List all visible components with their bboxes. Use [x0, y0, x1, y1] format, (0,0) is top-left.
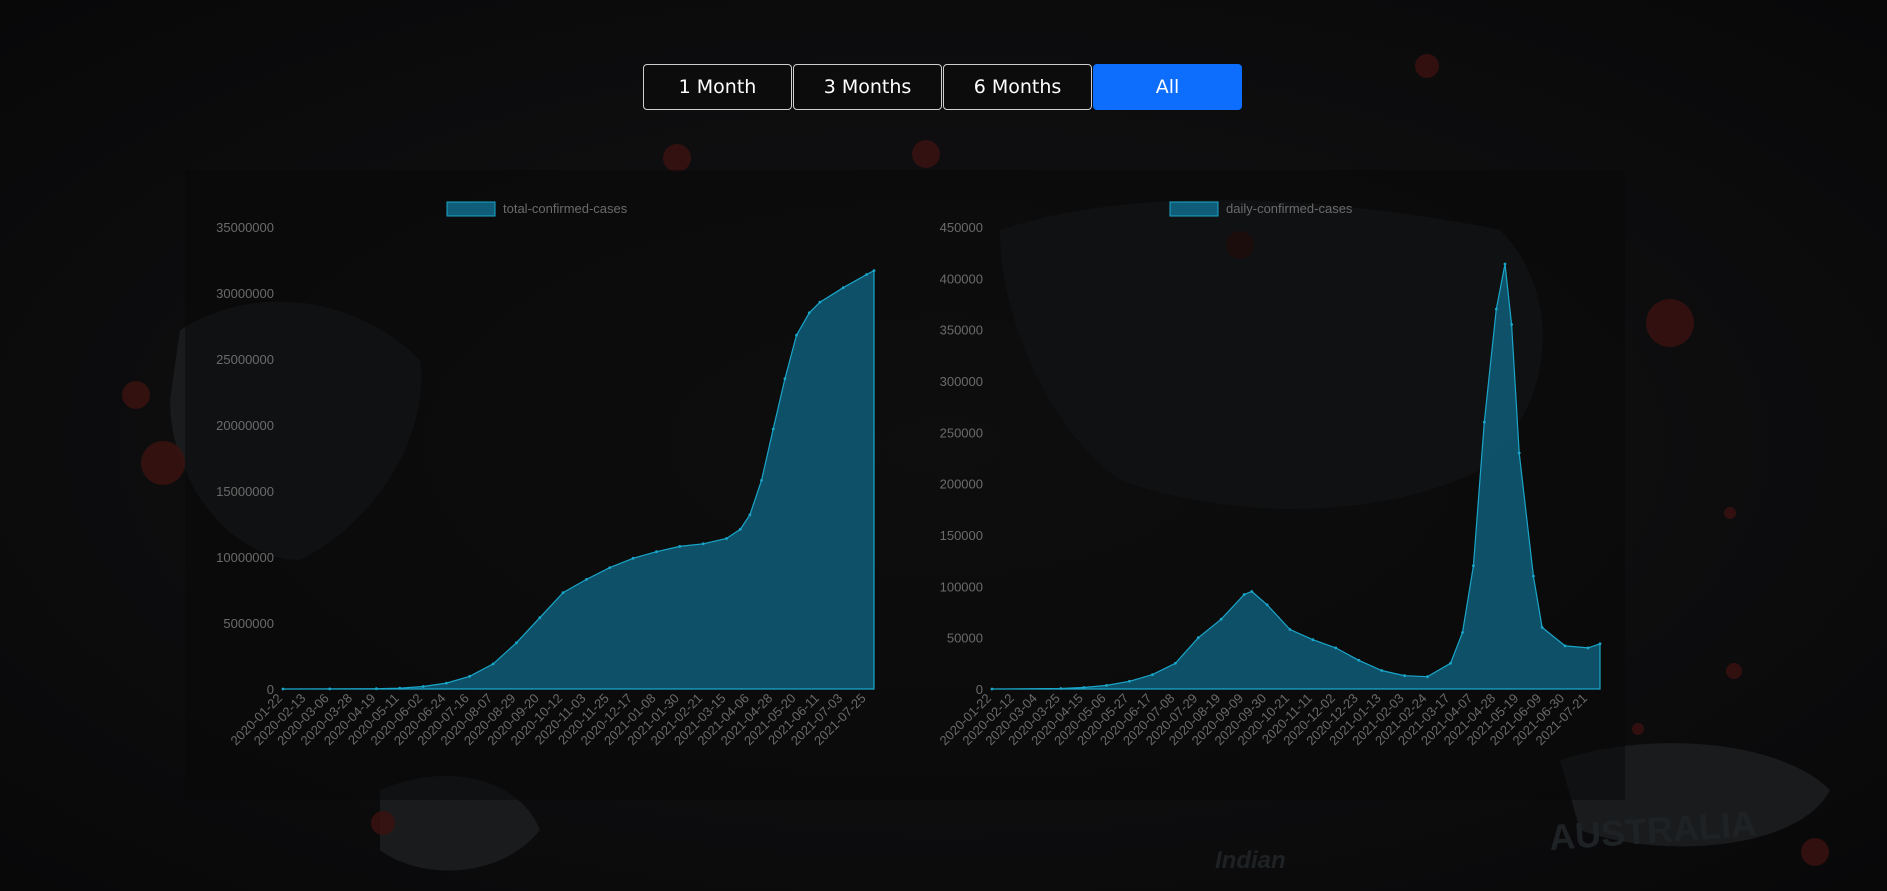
legend-swatch: [446, 201, 496, 217]
data-point[interactable]: [1311, 638, 1315, 642]
data-point[interactable]: [771, 427, 775, 431]
data-point[interactable]: [585, 578, 588, 581]
data-point[interactable]: [865, 273, 868, 276]
daily-cases-chart: daily-confirmed-cases 450000 400000 350000 3…: [936, 201, 1602, 748]
data-point[interactable]: [1334, 646, 1338, 650]
data-point[interactable]: [1426, 675, 1429, 679]
y-tick-label: 300000: [940, 374, 983, 389]
data-point[interactable]: [1482, 420, 1486, 424]
y-tick-label: 25000000: [216, 352, 274, 367]
data-point[interactable]: [1250, 590, 1254, 593]
data-point[interactable]: [1461, 631, 1464, 634]
data-point[interactable]: [1059, 687, 1063, 690]
data-point[interactable]: [1517, 451, 1521, 455]
data-point[interactable]: [738, 527, 742, 531]
data-point[interactable]: [281, 687, 285, 691]
y-tick-label: 35000000: [216, 220, 274, 235]
data-point[interactable]: [1586, 646, 1590, 650]
data-point[interactable]: [1472, 564, 1475, 568]
data-point[interactable]: [1196, 636, 1200, 640]
legend-label: total-confirmed-cases: [503, 201, 628, 216]
data-point[interactable]: [538, 616, 542, 620]
total-cases-chart: total-confirmed-cases 35000000 30000000 250…: [216, 201, 876, 748]
data-point[interactable]: [1503, 262, 1507, 266]
data-point[interactable]: [807, 311, 811, 315]
y-tick-label: 150000: [940, 528, 983, 543]
data-point[interactable]: [398, 686, 402, 690]
data-point[interactable]: [421, 685, 425, 688]
y-tick-label: 20000000: [216, 418, 274, 433]
data-point[interactable]: [1288, 628, 1292, 631]
data-point[interactable]: [1265, 603, 1269, 607]
data-point[interactable]: [1563, 644, 1567, 648]
data-point[interactable]: [701, 542, 705, 546]
data-point[interactable]: [468, 674, 472, 678]
legend-label: daily-confirmed-cases: [1226, 201, 1353, 216]
charts-canvas: total-confirmed-cases 35000000 30000000 250…: [216, 201, 1602, 748]
data-point[interactable]: [1357, 658, 1361, 662]
legend-swatch: [1169, 201, 1219, 217]
data-point[interactable]: [1380, 669, 1384, 672]
y-tick-label: 100000: [940, 579, 983, 594]
y-tick-label: 400000: [940, 271, 983, 286]
data-point[interactable]: [990, 687, 994, 691]
data-point[interactable]: [608, 566, 612, 569]
data-point[interactable]: [760, 479, 763, 482]
total-cases-legend[interactable]: total-confirmed-cases: [446, 201, 628, 217]
y-tick-label: 5000000: [223, 616, 274, 631]
data-point[interactable]: [375, 687, 378, 691]
data-point[interactable]: [1598, 642, 1602, 646]
data-point[interactable]: [872, 269, 876, 272]
data-point[interactable]: [328, 687, 332, 691]
data-point[interactable]: [1082, 686, 1086, 689]
y-tick-label: 50000: [947, 631, 983, 646]
data-point[interactable]: [1540, 626, 1544, 629]
y-tick-label: 250000: [940, 425, 983, 440]
data-point[interactable]: [1219, 617, 1223, 621]
data-point[interactable]: [1128, 679, 1131, 683]
data-point[interactable]: [1242, 593, 1246, 596]
y-tick-label: 30000000: [216, 286, 274, 301]
data-point[interactable]: [515, 641, 518, 645]
data-point[interactable]: [1151, 673, 1154, 676]
data-point[interactable]: [1174, 661, 1177, 665]
data-point[interactable]: [655, 550, 658, 554]
y-tick-label: 200000: [940, 477, 983, 492]
data-point[interactable]: [491, 662, 495, 666]
y-tick-label: 10000000: [216, 550, 274, 565]
data-point[interactable]: [748, 513, 752, 517]
total-cases-area: [282, 269, 875, 690]
data-point[interactable]: [678, 545, 682, 548]
data-point[interactable]: [1510, 323, 1513, 326]
data-point[interactable]: [725, 537, 728, 540]
data-point[interactable]: [841, 286, 845, 290]
data-point[interactable]: [1532, 574, 1535, 578]
data-point[interactable]: [1449, 661, 1452, 665]
data-point[interactable]: [631, 556, 635, 560]
y-tick-label: 15000000: [216, 484, 274, 499]
y-tick-label: 350000: [940, 323, 983, 338]
data-point[interactable]: [783, 377, 787, 381]
daily-cases-area: [991, 263, 1601, 690]
data-point[interactable]: [1105, 684, 1108, 687]
data-point[interactable]: [1403, 674, 1406, 678]
data-point[interactable]: [795, 333, 798, 337]
data-point[interactable]: [445, 681, 448, 685]
y-tick-label: 450000: [940, 220, 983, 235]
data-point[interactable]: [818, 300, 822, 304]
data-point[interactable]: [561, 591, 565, 594]
daily-cases-legend[interactable]: daily-confirmed-cases: [1169, 201, 1353, 217]
data-point[interactable]: [1494, 307, 1498, 311]
